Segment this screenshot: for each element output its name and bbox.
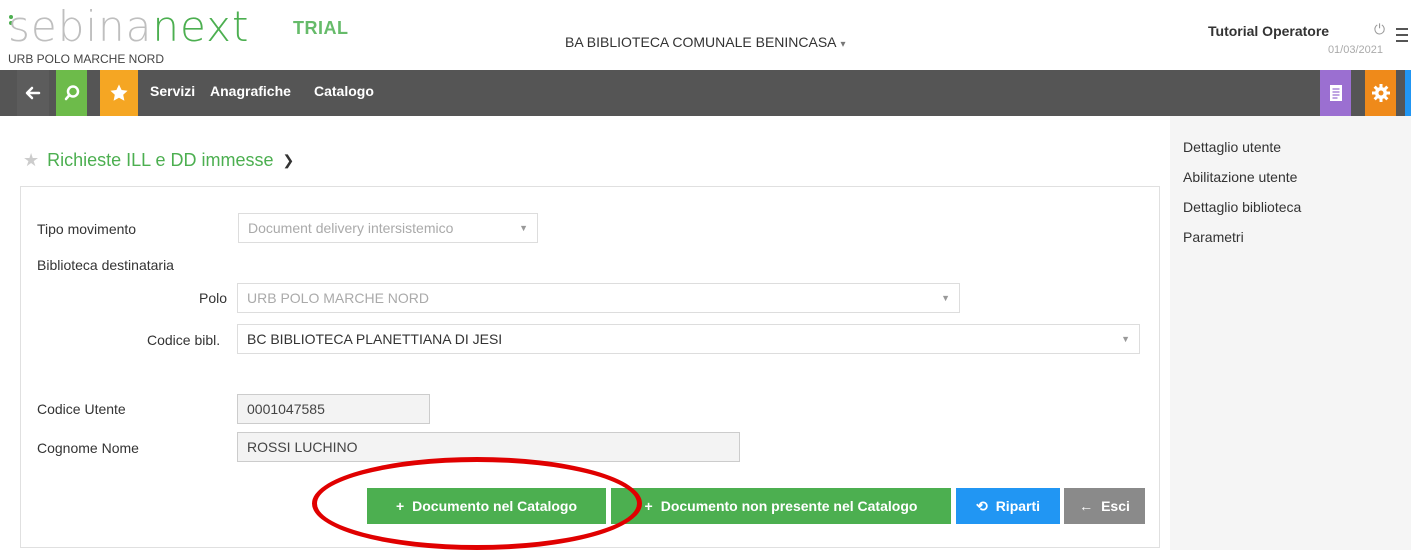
favorite-star-icon[interactable]: ★ [23,150,39,171]
document-icon [1329,85,1342,101]
star-icon [110,84,128,101]
session-date: 01/03/2021 [1327,44,1383,56]
extra-toolbar-tab[interactable] [1405,70,1411,116]
codice-bibl-label: Codice bibl. [147,332,221,348]
link-abilitazione-utente[interactable]: Abilitazione utente [1183,167,1301,197]
hamburger-menu-icon[interactable] [1396,28,1411,42]
favorites-button[interactable] [100,70,138,116]
arrow-left-icon [25,86,41,100]
codice-bibl-select[interactable]: BC BIBLIOTECA PLANETTIANA DI JESI ▼ [237,324,1140,354]
search-button[interactable] [56,70,87,116]
notes-button[interactable] [1320,70,1351,116]
esci-button[interactable]: ← Esci [1064,488,1145,524]
link-parametri[interactable]: Parametri [1183,227,1301,257]
chevron-down-icon[interactable]: ❯ [283,152,295,169]
link-dettaglio-biblioteca[interactable]: Dettaglio biblioteca [1183,197,1301,227]
polo-select[interactable]: URB POLO MARCHE NORD ▼ [237,283,960,313]
caret-down-icon: ▾ [840,39,846,50]
menu-catalogo[interactable]: Catalogo [314,83,374,99]
documento-non-presente-button[interactable]: + Documento non presente nel Catalogo [611,488,951,524]
plus-icon: + [644,498,653,514]
dropdown-arrow-icon: ▼ [519,223,528,233]
operator-name[interactable]: Tutorial Operatore [1208,23,1329,39]
link-dettaglio-utente[interactable]: Dettaglio utente [1183,137,1301,167]
library-selector[interactable]: BA BIBLIOTECA COMUNALE BENINCASA ▾ [565,34,846,50]
polo-label: Polo [199,290,228,306]
codice-utente-field[interactable]: 0001047585 [237,394,430,424]
trial-badge: TRIAL [293,18,349,38]
cognome-nome-label: Cognome Nome [37,440,139,456]
search-icon [64,85,79,101]
codice-utente-label: Codice Utente [37,401,126,417]
power-icon[interactable]: ⏻ [1374,21,1385,38]
riparti-button[interactable]: ⟲ Riparti [956,488,1060,524]
refresh-icon: ⟲ [975,497,988,514]
page-title-row: ★ Richieste ILL e DD immesse ❯ [23,148,294,172]
tipo-movimento-select[interactable]: Document delivery intersistemico ▼ [238,213,538,243]
cognome-nome-field[interactable]: ROSSI LUCHINO [237,432,740,462]
biblioteca-destinataria-label: Biblioteca destinataria [37,257,174,273]
settings-button[interactable] [1365,70,1396,116]
back-button[interactable] [17,70,49,116]
app-logo: sebinanext [8,2,250,51]
dropdown-arrow-icon: ▼ [1121,334,1130,344]
page-title: Richieste ILL e DD immesse [47,149,274,170]
tipo-movimento-label: Tipo movimento [37,221,137,237]
gear-icon [1371,84,1390,102]
menu-servizi[interactable]: Servizi [150,83,195,99]
library-name: BA BIBLIOTECA COMUNALE BENINCASA [565,34,837,50]
dropdown-arrow-icon: ▼ [941,293,950,303]
arrow-left-icon: ← [1079,498,1094,514]
plus-icon: + [395,498,405,514]
documento-nel-catalogo-button[interactable]: + Documento nel Catalogo [367,488,606,524]
polo-subtitle: URB POLO MARCHE NORD [8,52,165,66]
menu-anagrafiche[interactable]: Anagrafiche [210,83,291,99]
side-links: Dettaglio utente Abilitazione utente Det… [1183,137,1301,257]
app-header: sebinanext URB POLO MARCHE NORD TRIAL BA… [0,0,1411,70]
main-toolbar: Servizi Anagrafiche Catalogo [0,70,1411,116]
